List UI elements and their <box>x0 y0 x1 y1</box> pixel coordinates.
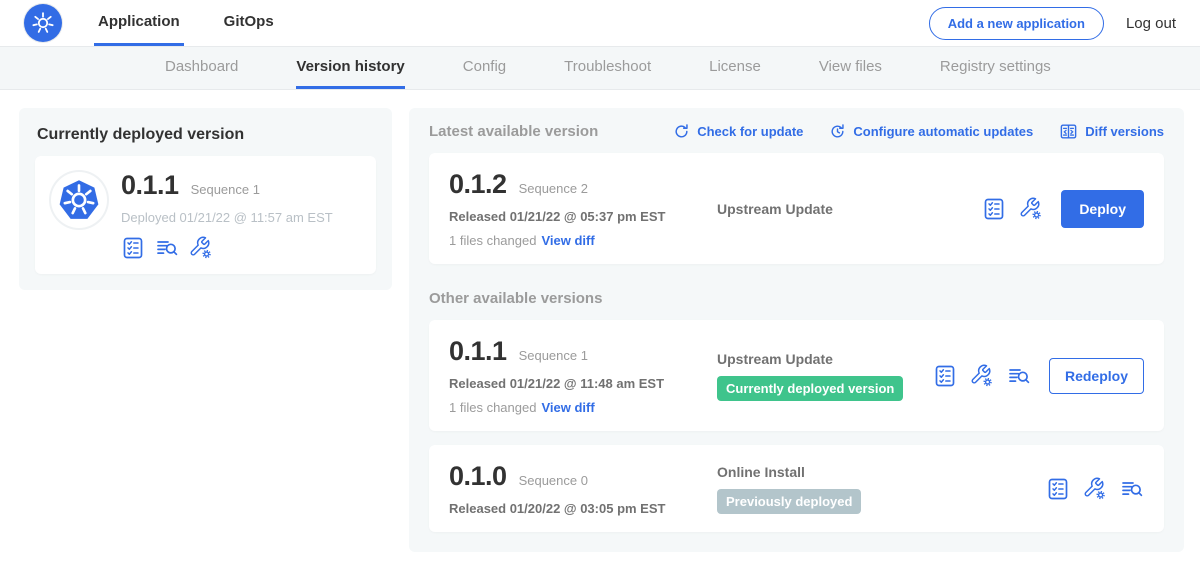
available-versions-panel: Latest available version Check for updat… <box>409 108 1184 552</box>
version-source: Upstream Update Currently deployed versi… <box>717 351 933 401</box>
version-number: 0.1.1 <box>449 336 507 367</box>
top-nav-right: Add a new application Log out <box>929 0 1176 46</box>
kubernetes-logo-icon <box>24 4 62 42</box>
files-changed-line: 1 files changed View diff <box>449 233 717 248</box>
app-subnav: Dashboard Version history Config Trouble… <box>0 46 1200 90</box>
version-info: 0.1.0 Sequence 0 Released 01/20/22 @ 03:… <box>449 461 717 516</box>
source-label: Upstream Update <box>717 201 982 217</box>
view-diff-link[interactable]: View diff <box>541 400 594 415</box>
latest-available-title: Latest available version <box>429 123 598 140</box>
released-timestamp: Released 01/21/22 @ 05:37 pm EST <box>449 209 717 224</box>
files-changed-line: 1 files changed View diff <box>449 400 717 415</box>
released-timestamp: Released 01/21/22 @ 11:48 am EST <box>449 376 717 391</box>
top-nav: Application GitOps Add a new application… <box>0 0 1200 46</box>
version-card-0-1-2: 0.1.2 Sequence 2 Released 01/21/22 @ 05:… <box>429 153 1164 264</box>
version-source: Online Install Previously deployed <box>717 464 1046 514</box>
subnav-license[interactable]: License <box>709 47 761 89</box>
subnav-registry-settings[interactable]: Registry settings <box>940 47 1051 89</box>
add-application-button[interactable]: Add a new application <box>929 7 1104 40</box>
top-tabs: Application GitOps <box>94 0 278 46</box>
edit-config-icon[interactable] <box>189 236 213 260</box>
configure-automatic-updates-label: Configure automatic updates <box>853 124 1033 139</box>
subnav-config[interactable]: Config <box>463 47 506 89</box>
deploy-button[interactable]: Deploy <box>1061 190 1144 228</box>
check-for-update-link[interactable]: Check for update <box>673 123 803 140</box>
source-label: Online Install <box>717 464 1046 480</box>
deployed-version-number: 0.1.1 <box>121 170 179 201</box>
subnav-dashboard[interactable]: Dashboard <box>165 47 238 89</box>
version-source: Upstream Update <box>717 201 982 217</box>
version-actions: Check for update Configure automatic upd… <box>673 122 1164 141</box>
version-card-actions <box>1046 477 1144 501</box>
view-logs-icon[interactable] <box>155 236 179 260</box>
preflight-checklist-icon[interactable] <box>1046 477 1070 501</box>
logout-button[interactable]: Log out <box>1126 15 1176 32</box>
view-logs-icon[interactable] <box>1120 477 1144 501</box>
deployed-sequence-label: Sequence 1 <box>191 182 260 197</box>
deployed-action-icons <box>121 236 333 260</box>
subnav-troubleshoot[interactable]: Troubleshoot <box>564 47 651 89</box>
diff-icon <box>1059 122 1078 141</box>
main-content: Currently deployed version 0.1.1 Sequenc… <box>0 90 1200 568</box>
sequence-label: Sequence 0 <box>519 473 588 488</box>
configure-automatic-updates-link[interactable]: Configure automatic updates <box>829 123 1033 140</box>
deployed-panel-title: Currently deployed version <box>37 126 376 144</box>
diff-versions-link[interactable]: Diff versions <box>1059 122 1164 141</box>
edit-config-icon[interactable] <box>970 364 994 388</box>
released-timestamp: Released 01/20/22 @ 03:05 pm EST <box>449 501 717 516</box>
edit-config-icon[interactable] <box>1083 477 1107 501</box>
app-logo-wrap <box>24 0 62 46</box>
refresh-icon <box>673 123 690 140</box>
auto-update-icon <box>829 123 846 140</box>
view-diff-link[interactable]: View diff <box>541 233 594 248</box>
version-card-actions: Deploy <box>982 190 1144 228</box>
app-icon <box>51 172 107 228</box>
version-info: 0.1.2 Sequence 2 Released 01/21/22 @ 05:… <box>449 169 717 248</box>
version-number: 0.1.2 <box>449 169 507 200</box>
top-tab-gitops[interactable]: GitOps <box>220 0 278 46</box>
sequence-label: Sequence 2 <box>519 181 588 196</box>
version-card-0-1-1: 0.1.1 Sequence 1 Released 01/21/22 @ 11:… <box>429 320 1164 431</box>
version-number: 0.1.0 <box>449 461 507 492</box>
subnav-view-files[interactable]: View files <box>819 47 882 89</box>
subnav-version-history[interactable]: Version history <box>296 47 404 89</box>
preflight-checklist-icon[interactable] <box>121 236 145 260</box>
preflight-checklist-icon[interactable] <box>982 197 1006 221</box>
top-tab-application[interactable]: Application <box>94 0 184 46</box>
sequence-label: Sequence 1 <box>519 348 588 363</box>
currently-deployed-panel: Currently deployed version 0.1.1 Sequenc… <box>19 108 392 290</box>
files-changed-label: 1 files changed <box>449 233 536 248</box>
diff-versions-label: Diff versions <box>1085 124 1164 139</box>
view-logs-icon[interactable] <box>1007 364 1031 388</box>
preflight-checklist-icon[interactable] <box>933 364 957 388</box>
version-card-0-1-0: 0.1.0 Sequence 0 Released 01/20/22 @ 03:… <box>429 445 1164 532</box>
redeploy-button[interactable]: Redeploy <box>1049 358 1144 394</box>
source-label: Upstream Update <box>717 351 933 367</box>
other-versions-title: Other available versions <box>429 290 1164 307</box>
deployed-timestamp: Deployed 01/21/22 @ 11:57 am EST <box>121 210 333 225</box>
deployed-version-card: 0.1.1 Sequence 1 Deployed 01/21/22 @ 11:… <box>35 156 376 274</box>
available-versions-header: Latest available version Check for updat… <box>429 122 1164 141</box>
version-line: 0.1.1 Sequence 1 <box>121 170 333 201</box>
check-for-update-label: Check for update <box>697 124 803 139</box>
version-info: 0.1.1 Sequence 1 Released 01/21/22 @ 11:… <box>449 336 717 415</box>
files-changed-label: 1 files changed <box>449 400 536 415</box>
deployed-version-body: 0.1.1 Sequence 1 Deployed 01/21/22 @ 11:… <box>121 170 333 260</box>
edit-config-icon[interactable] <box>1019 197 1043 221</box>
version-card-actions: Redeploy <box>933 358 1144 394</box>
currently-deployed-badge: Currently deployed version <box>717 376 903 401</box>
previously-deployed-badge: Previously deployed <box>717 489 861 514</box>
